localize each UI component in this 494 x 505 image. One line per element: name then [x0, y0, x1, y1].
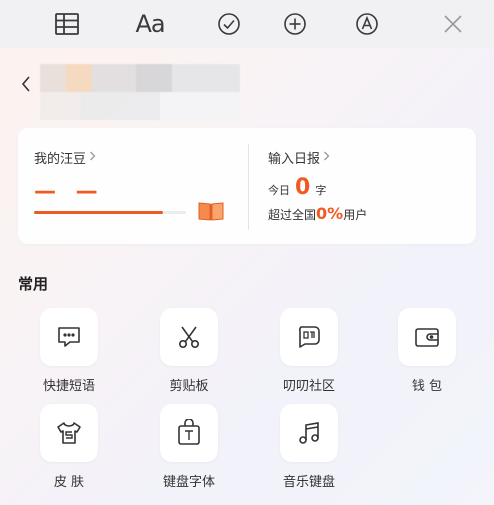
card-divider	[248, 144, 249, 230]
tile-label: 钱 包	[411, 379, 443, 394]
handwriting-icon[interactable]	[350, 8, 384, 40]
tile-label: 叨叨社区	[282, 379, 335, 394]
font-style-icon[interactable]: Aa	[130, 8, 170, 40]
close-icon[interactable]	[436, 8, 470, 40]
music-note-icon	[280, 404, 338, 462]
tile-label: 快捷短语	[42, 379, 95, 394]
today-count-row: 今日 0 字	[268, 175, 468, 200]
tile-skin[interactable]: 皮 肤	[18, 404, 118, 490]
keyboard-font-icon	[160, 404, 218, 462]
beans-progress-track	[34, 211, 186, 214]
beat-row: 超过全国 0% 用户	[268, 204, 468, 223]
plus-circle-icon[interactable]	[278, 8, 312, 40]
table-icon[interactable]	[50, 8, 84, 40]
tile-music-keyboard[interactable]: 音乐键盘	[258, 404, 358, 490]
tile-wallet[interactable]: 钱 包	[376, 308, 476, 394]
tile-keyboard-font[interactable]: 键盘字体	[138, 404, 238, 490]
chevron-right-icon	[323, 151, 330, 164]
wallet-icon	[398, 308, 456, 366]
section-title: 常用	[18, 275, 49, 293]
today-prefix: 今日	[268, 184, 290, 197]
beat-percent: 0%	[316, 204, 344, 223]
report-title-text: 输入日报	[268, 152, 321, 167]
blurred-account-info	[40, 64, 240, 120]
keyboard-toolbar: Aa	[0, 0, 494, 48]
tile-label: 皮 肤	[53, 475, 85, 490]
beans-title[interactable]: 我的汪豆	[34, 148, 234, 167]
back-button[interactable]	[16, 72, 36, 96]
report-title[interactable]: 输入日报	[268, 148, 468, 167]
tile-label: 键盘字体	[162, 475, 215, 490]
beat-prefix: 超过全国	[268, 208, 317, 222]
beans-panel[interactable]: 我的汪豆 — —	[34, 148, 234, 232]
check-circle-icon[interactable]	[212, 8, 246, 40]
book-icon	[198, 200, 224, 222]
today-count: 0	[295, 175, 311, 200]
chevron-right-icon	[89, 151, 96, 164]
tile-quick-phrase[interactable]: 快捷短语	[18, 308, 118, 394]
tile-label: 音乐键盘	[282, 475, 335, 490]
beat-suffix: 用户	[343, 208, 368, 222]
today-unit: 字	[315, 184, 327, 197]
skin-shirt-icon	[40, 404, 98, 462]
stats-card: 我的汪豆 — — 输入日报 今日 0 字 超过全国 0% 用户	[18, 128, 476, 244]
tile-clipboard[interactable]: 剪贴板	[138, 308, 238, 394]
beans-progress-fill	[34, 211, 164, 214]
account-header	[0, 60, 494, 120]
tile-community[interactable]: 叨叨社区	[258, 308, 358, 394]
community-icon	[280, 308, 338, 366]
beans-title-text: 我的汪豆	[34, 152, 87, 167]
scissors-icon	[160, 308, 218, 366]
input-report-panel[interactable]: 输入日报 今日 0 字 超过全国 0% 用户	[268, 148, 468, 238]
quick-phrase-icon	[40, 308, 98, 366]
tile-label: 剪贴板	[169, 379, 209, 394]
